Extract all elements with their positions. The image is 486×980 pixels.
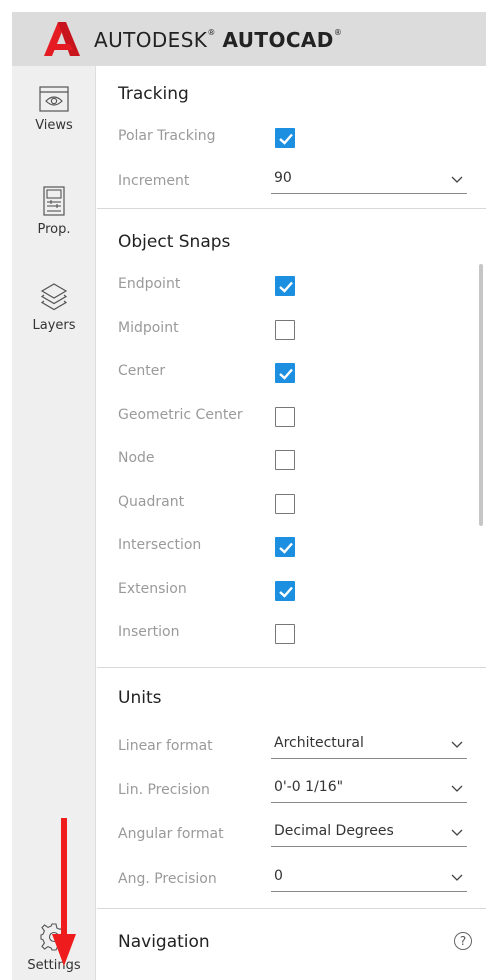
lin-precision-label: Lin. Precision bbox=[118, 782, 210, 798]
sidebar-item-label: Views bbox=[35, 118, 73, 133]
linear-format-label: Linear format bbox=[118, 738, 213, 754]
ang-precision-label: Ang. Precision bbox=[118, 871, 217, 887]
help-icon[interactable]: ? bbox=[454, 932, 472, 950]
snap-checkbox-2[interactable] bbox=[275, 363, 295, 383]
layers-icon bbox=[40, 283, 68, 311]
snap-label-4: Node bbox=[118, 450, 155, 466]
chevron-down-icon bbox=[451, 741, 463, 748]
section-title-tracking: Tracking bbox=[118, 84, 189, 104]
autodesk-logo-icon bbox=[44, 22, 80, 56]
sidebar-item-prop[interactable]: Prop. bbox=[12, 186, 96, 237]
snap-checkbox-1[interactable] bbox=[275, 320, 295, 340]
increment-select[interactable]: 90 bbox=[271, 170, 467, 194]
lin-precision-value: 0'-0 1/16" bbox=[274, 779, 344, 795]
snap-label-5: Quadrant bbox=[118, 494, 185, 510]
snap-checkbox-4[interactable] bbox=[275, 450, 295, 470]
ang-precision-select[interactable]: 0 bbox=[271, 868, 467, 892]
checkmark-icon bbox=[279, 368, 293, 380]
angular-format-label: Angular format bbox=[118, 826, 224, 842]
snap-checkbox-6[interactable] bbox=[275, 537, 295, 557]
app-header: AUTODESK® AUTOCAD® bbox=[12, 12, 486, 66]
checkmark-icon bbox=[279, 542, 293, 554]
snap-label-6: Intersection bbox=[118, 537, 202, 553]
section-title-object-snaps: Object Snaps bbox=[118, 232, 231, 252]
properties-icon bbox=[43, 186, 65, 216]
angular-format-value: Decimal Degrees bbox=[274, 823, 394, 839]
annotation-arrow bbox=[52, 818, 76, 966]
app-brand: AUTODESK® AUTOCAD® bbox=[94, 28, 343, 52]
section-title-units: Units bbox=[118, 688, 162, 708]
increment-label: Increment bbox=[118, 173, 190, 189]
sidebar-item-label: Prop. bbox=[37, 222, 71, 237]
sidebar-item-views[interactable]: Views bbox=[12, 86, 96, 133]
snap-checkbox-7[interactable] bbox=[275, 581, 295, 601]
snap-checkbox-8[interactable] bbox=[275, 624, 295, 644]
scrollbar[interactable] bbox=[479, 264, 483, 526]
snap-label-3: Geometric Center bbox=[118, 407, 243, 423]
chevron-down-icon bbox=[451, 829, 463, 836]
sidebar-item-layers[interactable]: Layers bbox=[12, 282, 96, 333]
polar-tracking-label: Polar Tracking bbox=[118, 128, 216, 144]
brand-autodesk: AUTODESK bbox=[94, 28, 208, 52]
snap-checkbox-3[interactable] bbox=[275, 407, 295, 427]
snap-label-7: Extension bbox=[118, 581, 187, 597]
ang-precision-value: 0 bbox=[274, 868, 283, 884]
polar-tracking-checkbox[interactable] bbox=[275, 128, 295, 148]
brand-autocad: AUTOCAD bbox=[222, 28, 334, 52]
linear-format-select[interactable]: Architectural bbox=[271, 735, 467, 759]
checkmark-icon bbox=[279, 133, 293, 145]
increment-value: 90 bbox=[274, 170, 292, 186]
angular-format-select[interactable]: Decimal Degrees bbox=[271, 823, 467, 847]
snap-label-2: Center bbox=[118, 363, 166, 379]
divider bbox=[97, 667, 486, 668]
snap-checkbox-5[interactable] bbox=[275, 494, 295, 514]
checkmark-icon bbox=[279, 586, 293, 598]
linear-format-value: Architectural bbox=[274, 735, 364, 751]
chevron-down-icon bbox=[451, 785, 463, 792]
divider bbox=[97, 908, 486, 909]
sidebar: Views Prop. Layers Settings bbox=[12, 66, 96, 980]
section-title-navigation: Navigation bbox=[118, 932, 210, 952]
chevron-down-icon bbox=[451, 874, 463, 881]
snap-checkbox-0[interactable] bbox=[275, 276, 295, 296]
lin-precision-select[interactable]: 0'-0 1/16" bbox=[271, 779, 467, 803]
chevron-down-icon bbox=[451, 176, 463, 183]
snap-label-0: Endpoint bbox=[118, 276, 181, 292]
snap-label-1: Midpoint bbox=[118, 320, 179, 336]
snap-label-8: Insertion bbox=[118, 624, 180, 640]
checkmark-icon bbox=[279, 281, 293, 293]
sidebar-item-label: Layers bbox=[32, 318, 76, 333]
settings-panel: Tracking Polar Tracking Increment 90 Obj… bbox=[97, 66, 486, 980]
eye-icon bbox=[39, 86, 69, 112]
divider bbox=[97, 208, 486, 209]
